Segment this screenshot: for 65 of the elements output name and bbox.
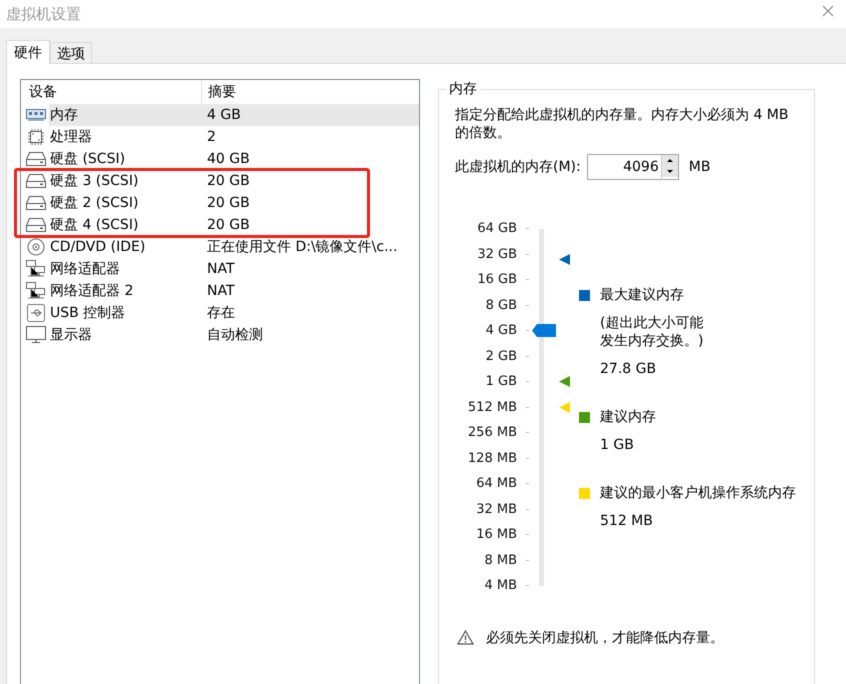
tick-label: 4 GB [486,323,517,338]
device-summary: 自动检测 [206,326,264,345]
disc-icon [27,238,45,256]
window-title: 虚拟机设置 [6,4,81,24]
usb-icon [27,304,45,322]
tick-label: 8 GB [486,298,517,313]
tab[interactable]: 选项 [50,42,92,63]
memory-icon [26,109,46,121]
device-name[interactable]: 硬盘 (SCSI) [49,148,204,170]
device-summary: 正在使用文件 D:\镜像文件\c... [206,238,398,257]
close-icon[interactable] [822,5,834,17]
tick-label: 512 MB [468,400,517,415]
warning-text: 必须先关闭虚拟机，才能降低内存量。 [486,628,724,646]
network-icon [26,260,46,278]
legend-value: 1 GB [599,436,635,454]
description-text: 指定分配给此虚拟机的内存量。内存大小必须为 4 MB 的倍数。 [455,106,790,142]
device-summary: 20 GB [206,216,251,235]
device-summary: 4 GB [204,104,419,126]
column-header[interactable]: 摘要 [202,80,236,104]
unit-label: MB [688,159,710,175]
tick-label: 1 GB [486,374,517,390]
device-summary: 20 GB [206,194,251,213]
device-name[interactable]: 网络适配器 2 [49,280,204,302]
slider-thumb[interactable] [532,324,556,338]
device-name[interactable]: 显示器 [49,324,204,346]
device-name[interactable]: 硬盘 3 (SCSI) [49,170,204,192]
device-summary: NAT [206,282,236,301]
monitor-icon [26,326,46,344]
memory-field[interactable]: 4096 [586,154,661,180]
device-name[interactable]: 硬盘 2 (SCSI) [49,192,204,214]
chip-icon [27,128,45,146]
legend-label: 建议的最小客户机操作系统内存 [600,484,796,502]
legend-value: 512 MB [599,512,654,530]
device-name[interactable]: 网络适配器 [49,258,204,280]
device-name[interactable]: 内存 [49,104,204,126]
device-summary: 40 GB [206,150,251,169]
tick-label: 16 MB [476,527,517,542]
tab[interactable]: 硬件 [6,40,50,64]
tick-label: 4 MB [484,578,517,594]
legend-note: (超出此大小可能 [599,314,704,332]
legend-value: 27.8 GB [599,360,658,378]
group-title: 内存 [446,80,480,98]
legend-label: 最大建议内存 [600,286,684,304]
device-summary: 存在 [206,304,236,323]
tick-label: 16 GB [477,272,517,288]
tick-label: 64 MB [476,476,517,492]
legend-note: 发生内存交换。) [599,332,704,350]
tick-label: 32 GB [477,246,517,262]
tick-label: 2 GB [486,348,517,364]
device-summary: 20 GB [206,172,251,191]
tick-label: 128 MB [468,450,517,466]
legend-label: 建议内存 [600,408,656,426]
tick-label: 32 MB [476,502,517,517]
device-summary: NAT [206,260,236,279]
tick-label: 8 MB [484,552,517,568]
field-label: 此虚拟机的内存(M): [455,158,581,176]
device-name[interactable]: USB 控制器 [49,302,204,324]
device-name[interactable]: 处理器 [49,126,204,148]
device-name[interactable]: 硬盘 4 (SCSI) [49,214,204,236]
tick-label: 256 MB [468,425,517,440]
network-icon [26,282,46,300]
device-summary: 2 [206,128,217,147]
device-name[interactable]: CD/DVD (IDE) [49,236,204,258]
warning-icon [457,630,474,645]
tick-label: 64 GB [477,221,517,236]
